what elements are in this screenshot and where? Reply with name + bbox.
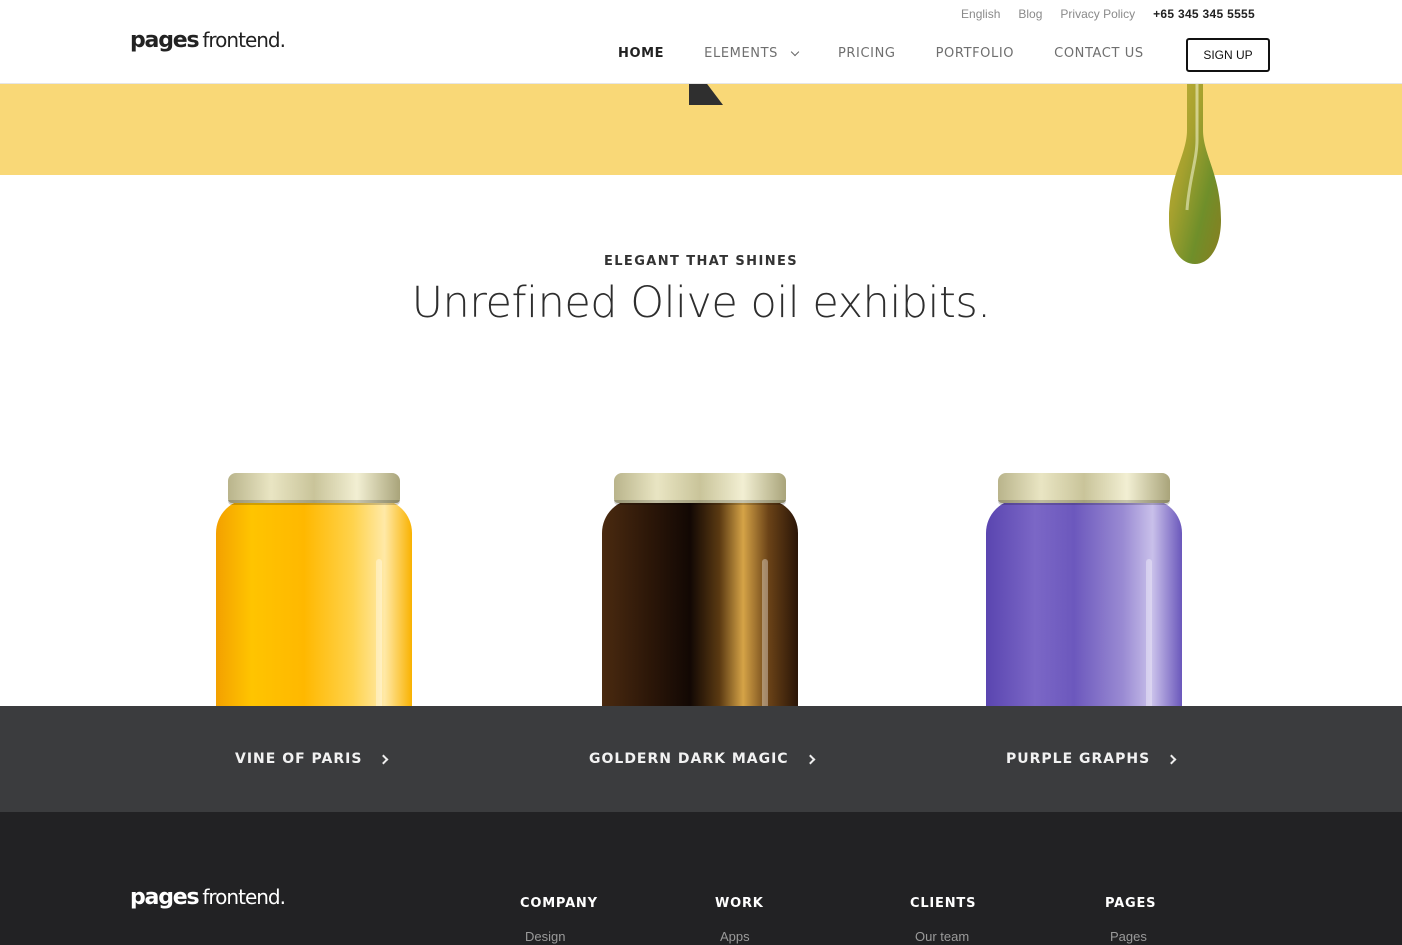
chevron-down-icon [790, 47, 800, 56]
nav-portfolio[interactable]: PORTFOLIO [936, 46, 1015, 61]
footer-logo[interactable]: pages frontend. [130, 885, 286, 910]
chevron-right-icon [378, 754, 389, 764]
jar-body [602, 499, 798, 709]
product-label: PURPLE GRAPHS [1006, 751, 1151, 767]
site-header: pages frontend. English Blog Privacy Pol… [0, 0, 1402, 84]
top-utility-bar: English Blog Privacy Policy +65 345 345 … [961, 7, 1255, 21]
footer-link[interactable]: Pages [1110, 929, 1156, 944]
jar-lid [614, 473, 786, 505]
site-footer: pages frontend. COMPANY Design WORK Apps… [0, 812, 1402, 945]
jar-body [216, 499, 412, 709]
blog-link[interactable]: Blog [1018, 7, 1042, 21]
main-navigation: HOME ELEMENTS PRICING PORTFOLIO CONTACT … [618, 46, 1184, 61]
jar-image-yellow [216, 473, 412, 709]
nav-home[interactable]: HOME [618, 46, 664, 61]
footer-link[interactable]: Our team [915, 929, 976, 944]
footer-heading: PAGES [1105, 896, 1157, 911]
footer-heading: COMPANY [520, 896, 598, 911]
footer-heading: WORK [715, 896, 764, 911]
footer-column-work: WORK Apps [715, 896, 764, 944]
language-link[interactable]: English [961, 7, 1000, 21]
footer-heading: CLIENTS [910, 896, 977, 911]
jar-image-dark [602, 473, 798, 709]
privacy-policy-link[interactable]: Privacy Policy [1060, 7, 1135, 21]
nav-elements-label: ELEMENTS [704, 46, 778, 61]
footer-link[interactable]: Design [525, 929, 598, 944]
hero-eyebrow: ELEGANT THAT SHINES [603, 254, 799, 269]
footer-column-company: COMPANY Design [520, 896, 598, 944]
nav-contact-us[interactable]: CONTACT US [1054, 46, 1144, 61]
jar-image-purple [986, 473, 1182, 709]
chevron-right-icon [805, 754, 816, 764]
jar-body [986, 499, 1182, 709]
product-link-goldern-dark-magic[interactable]: GOLDERN DARK MAGIC [589, 706, 816, 812]
product-label: GOLDERN DARK MAGIC [589, 751, 789, 767]
logo-light-text: frontend. [202, 28, 286, 52]
nav-pricing[interactable]: PRICING [838, 46, 896, 61]
jar-lid [998, 473, 1170, 505]
brand-logo[interactable]: pages frontend. [130, 28, 286, 53]
footer-column-clients: CLIENTS Our team [910, 896, 976, 944]
product-link-vine-of-paris[interactable]: VINE OF PARIS [235, 706, 389, 812]
footer-column-pages: PAGES Pages [1105, 896, 1156, 944]
nav-elements[interactable]: ELEMENTS [704, 46, 800, 61]
footer-logo-bold: pages [130, 885, 200, 910]
jar-lid [228, 473, 400, 505]
product-label: VINE OF PARIS [235, 751, 363, 767]
chevron-right-icon [1166, 754, 1177, 764]
product-bar: VINE OF PARIS GOLDERN DARK MAGIC PURPLE … [0, 706, 1402, 812]
sign-up-button[interactable]: SIGN UP [1186, 38, 1270, 72]
oil-drip-image [1169, 60, 1221, 264]
footer-logo-light: frontend. [202, 885, 286, 909]
product-link-purple-graphs[interactable]: PURPLE GRAPHS [1006, 706, 1177, 812]
logo-bold-text: pages [130, 28, 200, 53]
hero-headline: Unrefined Olive oil exhibits. [411, 278, 991, 328]
phone-number[interactable]: +65 345 345 5555 [1153, 7, 1255, 21]
footer-link[interactable]: Apps [720, 929, 764, 944]
